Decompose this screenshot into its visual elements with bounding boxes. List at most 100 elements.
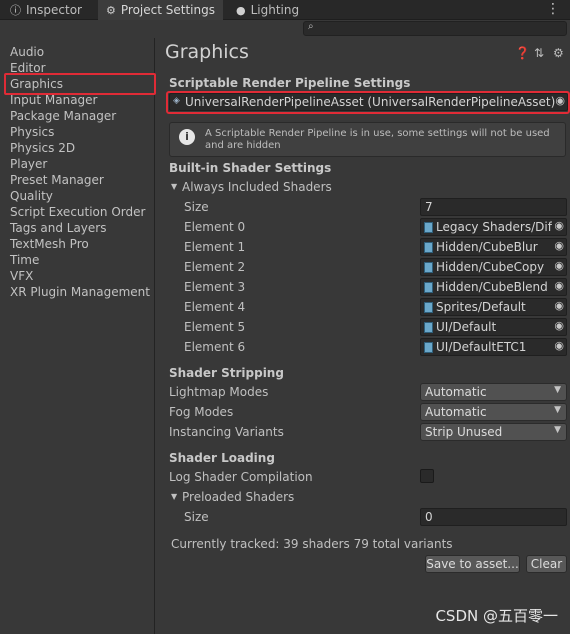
- clear-button[interactable]: Clear: [526, 555, 567, 573]
- dropdown-value: Automatic: [425, 385, 487, 399]
- shader-field[interactable]: UI/Default ◉: [420, 318, 567, 336]
- object-picker-icon[interactable]: ◉: [554, 299, 564, 312]
- shader-field[interactable]: UI/DefaultETC1 ◉: [420, 338, 567, 356]
- shader-icon: [424, 262, 433, 273]
- section-header: Scriptable Render Pipeline Settings: [169, 76, 411, 90]
- sidebar-item-package-manager[interactable]: Package Manager: [10, 108, 116, 124]
- shader-icon: [424, 282, 433, 293]
- sidebar-item-physics-2d[interactable]: Physics 2D: [10, 140, 75, 156]
- instancing-variants-dropdown[interactable]: Strip Unused ▼: [420, 423, 567, 441]
- tab-project-settings[interactable]: ⚙ Project Settings: [98, 0, 223, 20]
- dropdown-value: Strip Unused: [425, 425, 503, 439]
- selection-highlight: [4, 73, 156, 95]
- sidebar-item-textmesh-pro[interactable]: TextMesh Pro: [10, 236, 89, 252]
- preloaded-size-input[interactable]: 0: [420, 508, 567, 526]
- dropdown-value: Automatic: [425, 405, 487, 419]
- shader-value: UI/Default: [436, 320, 497, 334]
- sidebar-item-quality[interactable]: Quality: [10, 188, 53, 204]
- shader-value: Hidden/CubeCopy: [436, 260, 545, 274]
- chevron-down-icon: ▼: [554, 405, 561, 415]
- shader-value: Hidden/CubeBlur: [436, 240, 538, 254]
- sidebar-item-script-execution-order[interactable]: Script Execution Order: [10, 204, 145, 220]
- help-text: A Scriptable Render Pipeline is in use, …: [205, 128, 550, 151]
- more-options-icon[interactable]: ⋮: [546, 1, 560, 17]
- info-icon: ⓘ: [10, 4, 21, 17]
- foldout-arrow-icon[interactable]: ▼: [171, 492, 177, 501]
- tab-inspector[interactable]: ⓘ Inspector: [2, 0, 90, 20]
- shader-field[interactable]: Hidden/CubeCopy ◉: [420, 258, 567, 276]
- help-icon[interactable]: ❓: [515, 46, 530, 60]
- log-shader-compilation-checkbox[interactable]: [420, 469, 434, 483]
- gear-icon: ⚙: [106, 3, 116, 17]
- sidebar: Audio Editor Graphics Input Manager Pack…: [0, 38, 155, 634]
- gear-icon[interactable]: ⚙: [553, 46, 564, 60]
- fog-modes-dropdown[interactable]: Automatic ▼: [420, 403, 567, 421]
- element-label: Element 0: [184, 220, 246, 234]
- lightmap-modes-dropdown[interactable]: Automatic ▼: [420, 383, 567, 401]
- chevron-down-icon: ▼: [554, 385, 561, 395]
- object-picker-icon[interactable]: ◉: [554, 219, 564, 232]
- element-label: Element 2: [184, 260, 246, 274]
- tab-label: Project Settings: [120, 3, 215, 17]
- tracked-status: Currently tracked: 39 shaders 79 total v…: [171, 537, 453, 551]
- sidebar-item-xr-plugin-management[interactable]: XR Plugin Management: [10, 284, 150, 300]
- object-picker-icon[interactable]: ◉: [554, 279, 564, 292]
- info-icon: i: [179, 129, 195, 145]
- object-picker-icon[interactable]: ◉: [554, 239, 564, 252]
- lightbulb-icon: ●: [236, 3, 246, 17]
- shader-value: Sprites/Default: [436, 300, 526, 314]
- shader-field[interactable]: Hidden/CubeBlend ◉: [420, 278, 567, 296]
- tab-label: Lighting: [250, 3, 300, 17]
- watermark: CSDN @五百零一: [435, 607, 558, 625]
- shader-value: Legacy Shaders/Dif: [436, 220, 552, 234]
- foldout-arrow-icon[interactable]: ▼: [171, 182, 177, 191]
- element-label: Element 5: [184, 320, 246, 334]
- shader-value: Hidden/CubeBlend: [436, 280, 548, 294]
- sidebar-item-vfx[interactable]: VFX: [10, 268, 33, 284]
- sidebar-item-time[interactable]: Time: [10, 252, 39, 268]
- object-picker-icon[interactable]: ◉: [554, 259, 564, 272]
- sidebar-item-preset-manager[interactable]: Preset Manager: [10, 172, 104, 188]
- size-label: Size: [184, 200, 209, 214]
- page-title: Graphics: [165, 41, 249, 63]
- always-included-shaders-foldout[interactable]: Always Included Shaders: [182, 180, 332, 194]
- tab-label: Inspector: [26, 3, 82, 17]
- chevron-down-icon: ▼: [554, 425, 561, 435]
- preset-icon[interactable]: ⇅: [534, 46, 544, 60]
- object-picker-icon[interactable]: ◉: [554, 319, 564, 332]
- size-value: 0: [425, 510, 433, 524]
- object-picker-icon[interactable]: ◉: [554, 339, 564, 352]
- sidebar-item-audio[interactable]: Audio: [10, 44, 44, 60]
- search-icon: ⌕: [308, 21, 314, 32]
- shader-icon: [424, 322, 433, 333]
- field-highlight: [166, 91, 570, 114]
- shader-field[interactable]: Hidden/CubeBlur ◉: [420, 238, 567, 256]
- shader-field[interactable]: Legacy Shaders/Dif ◉: [420, 218, 567, 236]
- lightmap-modes-label: Lightmap Modes: [169, 385, 269, 399]
- tab-lighting[interactable]: ● Lighting: [228, 0, 307, 20]
- element-label: Element 1: [184, 240, 246, 254]
- element-label: Element 4: [184, 300, 246, 314]
- shader-icon: [424, 242, 433, 253]
- sidebar-item-player[interactable]: Player: [10, 156, 47, 172]
- size-value: 7: [425, 200, 433, 214]
- shader-icon: [424, 302, 433, 313]
- sidebar-item-physics[interactable]: Physics: [10, 124, 54, 140]
- info-helpbox: i A Scriptable Render Pipeline is in use…: [169, 122, 566, 157]
- shader-value: UI/DefaultETC1: [436, 340, 527, 354]
- instancing-variants-label: Instancing Variants: [169, 425, 284, 439]
- log-shader-compilation-label: Log Shader Compilation: [169, 470, 313, 484]
- save-to-asset-button[interactable]: Save to asset...: [425, 555, 520, 573]
- element-label: Element 6: [184, 340, 246, 354]
- size-input[interactable]: 7: [420, 198, 567, 216]
- size-label: Size: [184, 510, 209, 524]
- sidebar-item-tags-and-layers[interactable]: Tags and Layers: [10, 220, 106, 236]
- fog-modes-label: Fog Modes: [169, 405, 234, 419]
- section-header: Shader Stripping: [169, 366, 284, 380]
- search-input[interactable]: ⌕: [303, 21, 567, 36]
- shader-icon: [424, 222, 433, 233]
- shader-icon: [424, 342, 433, 353]
- section-header: Shader Loading: [169, 451, 275, 465]
- shader-field[interactable]: Sprites/Default ◉: [420, 298, 567, 316]
- preloaded-shaders-foldout[interactable]: Preloaded Shaders: [182, 490, 294, 504]
